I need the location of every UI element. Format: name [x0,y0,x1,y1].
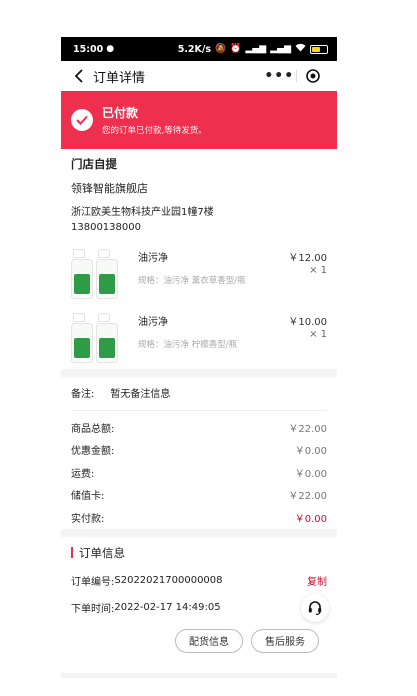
fee-row-stored-value-card: 储值卡: ￥22.00 [71,484,327,507]
bottle-image [71,323,93,363]
status-time: 15:00 [73,43,104,55]
wifi-icon [295,43,306,55]
item-price: ￥12.00 [288,253,327,264]
order-number-row: 订单编号: S2022021700000008 复制 [71,573,327,588]
fee-value: ￥22.00 [288,491,327,503]
fee-row-paid: 实付款: ￥0.00 [71,506,327,529]
back-button[interactable] [69,66,89,86]
fee-label: 运费: [71,468,95,480]
target-icon [305,69,320,83]
fee-value: ￥0.00 [294,446,327,458]
bottle-image [96,323,118,363]
fee-label: 储值卡: [71,491,105,503]
chevron-left-icon [74,69,83,83]
paid-amount: ￥0.00 [294,513,327,525]
store-phone: 13800138000 [71,222,141,233]
order-item[interactable]: 油污净 规格：油污净 柠檬香型/瓶 ￥10.00 × 1 [61,305,337,369]
order-status-message: 您的订单已付款,等待发货。 [102,126,207,136]
bottle-image [96,259,118,299]
section-gap [61,528,337,537]
remark-label: 备注: [71,389,95,400]
section-gap [61,369,337,377]
fee-row-shipping: 运费: ￥0.00 [71,461,327,484]
spray-trigger [73,313,85,322]
item-info: 油污净 规格：油污净 薰衣草香型/瓶 ￥12.00 × 1 [138,247,327,300]
order-info-title: 订单信息 [71,545,327,561]
fee-label: 实付款: [71,513,105,525]
fee-list: 商品总额: ￥22.00 优惠金额: ￥0.00 运费: ￥0.00 储值卡: … [61,411,337,529]
order-item[interactable]: 油污净 规格：油污净 薰衣草香型/瓶 ￥12.00 × 1 [61,241,337,305]
mini-program-capsule: ••• [263,65,329,87]
store-address: 浙江欧美生物科技产业园1幢7楼 [71,207,214,218]
banner-text: 已付款 您的订单已付款,等待发货。 [102,104,207,136]
order-info-title-text: 订单信息 [79,545,125,560]
signal-icon: ▂▄▆ [245,44,267,54]
item-spec: 规格：油污净 柠檬香型/瓶 [138,340,238,350]
payment-status-banner: 已付款 您的订单已付款,等待发货。 [61,91,337,149]
network-speed: 5.2K/s [177,43,212,55]
alarm-icon: ⏰ [230,44,242,54]
item-quantity: × 1 [309,329,327,340]
status-time-group: 15:00 ● [73,44,114,55]
headset-icon [308,600,322,615]
item-quantity: × 1 [309,265,327,276]
more-button[interactable]: ••• [263,65,296,87]
fee-row-discount: 优惠金额: ￥0.00 [71,439,327,462]
item-price: ￥10.00 [288,317,327,328]
store-name: 领锋智能旗舰店 [71,182,148,195]
fee-value: ￥0.00 [294,468,327,480]
spray-trigger [98,313,110,322]
fee-value: ￥22.00 [288,423,327,435]
order-number-label: 订单编号: [71,576,115,588]
title-accent-bar [71,547,73,558]
store-info: 门店自提 领锋智能旗舰店 浙江欧美生物科技产业园1幢7楼 13800138000 [61,149,337,241]
fee-label: 商品总额: [71,423,115,435]
price-card: 备注: 暂无备注信息 商品总额: ￥22.00 优惠金额: ￥0.00 运费: … [61,377,337,529]
delivery-info-button[interactable]: 配货信息 [175,628,243,653]
page-title: 订单详情 [93,70,146,86]
nav-bar: 订单详情 ••• [61,61,337,91]
order-status: 已付款 [102,106,139,120]
signal-2-icon: ▂▄▆ [270,44,291,54]
copy-button[interactable]: 复制 [307,573,327,588]
spray-trigger [73,249,85,258]
close-mini-program-button[interactable] [296,69,329,83]
delivery-method: 门店自提 [71,157,117,171]
status-right-group: 5.2K/s 🔕 ⏰ ▂▄▆ ▂▄▆ [178,43,328,55]
after-sales-button[interactable]: 售后服务 [251,628,319,653]
check-circle-icon [71,109,93,131]
store-card: 门店自提 领锋智能旗舰店 浙江欧美生物科技产业园1幢7楼 13800138000… [61,149,337,369]
bottle-image [71,259,93,299]
order-number: S2022021700000008 [114,574,223,586]
fee-row-subtotal: 商品总额: ￥22.00 [71,416,327,439]
notification-dot-icon: ● [106,44,115,54]
battery-icon [310,44,328,54]
item-spec: 规格：油污净 薰衣草香型/瓶 [138,276,246,286]
customer-service-button[interactable] [301,593,329,622]
fee-label: 优惠金额: [71,446,115,458]
phone-screen: 15:00 ● 5.2K/s 🔕 ⏰ ▂▄▆ ▂▄▆ 订单详情 ••• 已付款 … [61,37,337,678]
order-time-row: 下单时间: 2022-02-17 14:49:05 [71,600,327,615]
spray-trigger [98,249,110,258]
order-time-label: 下单时间: [71,603,115,615]
order-actions: 配货信息 售后服务 [71,615,327,653]
mute-icon: 🔕 [215,44,227,54]
remark-row: 备注: 暂无备注信息 [61,377,337,410]
product-thumbnail [71,311,123,363]
order-info-card: 订单信息 订单编号: S2022021700000008 复制 下单时间: 20… [61,536,337,673]
remark-value: 暂无备注信息 [110,389,171,400]
order-time: 2022-02-17 14:49:05 [114,601,221,613]
product-thumbnail [71,247,123,299]
item-info: 油污净 规格：油污净 柠檬香型/瓶 ￥10.00 × 1 [138,311,327,364]
status-bar: 15:00 ● 5.2K/s 🔕 ⏰ ▂▄▆ ▂▄▆ [61,37,337,61]
